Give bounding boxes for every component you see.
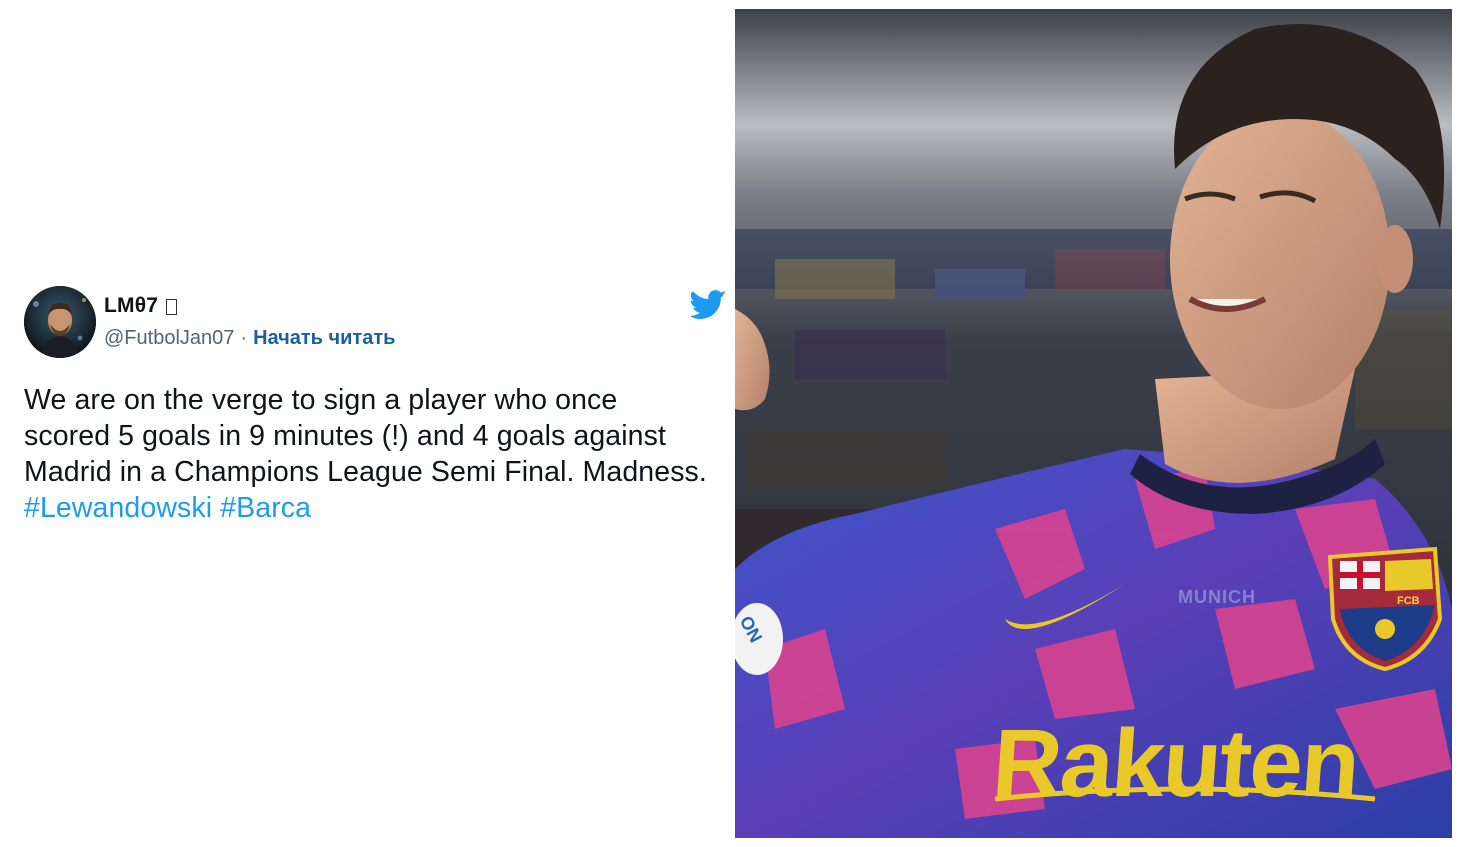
user-handle[interactable]: @FutbolJan07 bbox=[104, 327, 234, 349]
twitter-bird-icon[interactable] bbox=[689, 290, 727, 320]
display-name[interactable]: LMθ7 bbox=[104, 294, 158, 318]
tweet-card: LMθ7 @FutbolJan07 · Начать читать We are o… bbox=[24, 286, 730, 526]
shirt-print-text: MUNICH bbox=[1178, 587, 1256, 607]
tweet-text: We are on the verge to sign a player who… bbox=[24, 382, 730, 526]
separator-dot: · bbox=[240, 327, 248, 349]
missing-emoji-glyph-icon bbox=[166, 299, 178, 315]
hashtag-lewandowski[interactable]: #Lewandowski bbox=[24, 492, 212, 524]
tweet-text-line: Madrid in a Champions League Semi Final.… bbox=[24, 456, 707, 488]
crest-text: FCB bbox=[1397, 595, 1420, 607]
tweet-text-line: scored 5 goals in 9 minutes (!) and 4 go… bbox=[24, 420, 666, 452]
tweet-text-line: We are on the verge to sign a player who… bbox=[24, 384, 618, 416]
handle-row: @FutbolJan07 · Начать читать bbox=[104, 327, 395, 350]
tweet-header: LMθ7 @FutbolJan07 · Начать читать bbox=[24, 286, 730, 360]
sponsor-logo-text: Rakuten bbox=[989, 710, 1362, 817]
avatar[interactable] bbox=[24, 286, 96, 358]
page: LMθ7 @FutbolJan07 · Начать читать We are o… bbox=[0, 0, 1460, 847]
hashtag-line: #Lewandowski #Barca bbox=[24, 490, 730, 526]
name-row: LMθ7 bbox=[104, 294, 178, 318]
hashtag-barca[interactable]: #Barca bbox=[220, 492, 311, 524]
follow-link[interactable]: Начать читать bbox=[253, 327, 395, 349]
player-photo: MUNICH FCB ON Rakuten bbox=[735, 9, 1452, 838]
